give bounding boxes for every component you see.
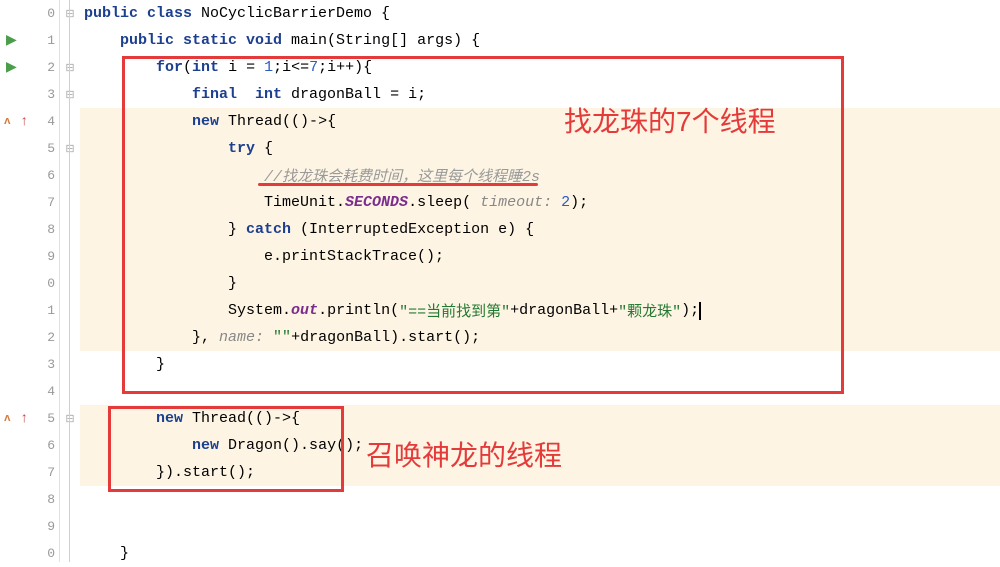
code-line[interactable]: TimeUnit.SECONDS.sleep( timeout: 2); xyxy=(80,189,1000,216)
code-line[interactable]: e.printStackTrace(); xyxy=(80,243,1000,270)
gutter-row: 3 xyxy=(0,351,59,378)
gutter-row: 1 xyxy=(0,297,59,324)
code-line[interactable] xyxy=(80,378,1000,405)
line-gutter: 0 ▶1 ▶2 3 ʌ↑4 5 6 7 8 9 0 1 2 3 4 ʌ↑5 6 … xyxy=(0,0,60,562)
gutter-row: 9 xyxy=(0,243,59,270)
arrow-up-icon: ↑ xyxy=(20,114,28,130)
code-line[interactable]: public class NoCyclicBarrierDemo { xyxy=(80,0,1000,27)
gutter-row: 7 xyxy=(0,459,59,486)
code-line[interactable]: } xyxy=(80,351,1000,378)
warning-icon[interactable]: ʌ xyxy=(4,116,11,128)
code-line[interactable]: for(int i = 1;i<=7;i++){ xyxy=(80,54,1000,81)
code-content[interactable]: public class NoCyclicBarrierDemo { publi… xyxy=(80,0,1000,562)
gutter-row: 7 xyxy=(0,189,59,216)
gutter-row: 2 xyxy=(0,324,59,351)
code-line[interactable] xyxy=(80,513,1000,540)
fold-column: ⊟ ⊟ ⊟ ⊟ ⊟ xyxy=(60,0,80,562)
code-line[interactable]: new Thread(()->{ xyxy=(80,108,1000,135)
gutter-row: ʌ↑5 xyxy=(0,405,59,432)
code-line[interactable]: final int dragonBall = i; xyxy=(80,81,1000,108)
code-line[interactable] xyxy=(80,486,1000,513)
gutter-row: 6 xyxy=(0,162,59,189)
code-editor: 0 ▶1 ▶2 3 ʌ↑4 5 6 7 8 9 0 1 2 3 4 ʌ↑5 6 … xyxy=(0,0,1000,562)
gutter-row: 6 xyxy=(0,432,59,459)
code-line[interactable]: } catch (InterruptedException e) { xyxy=(80,216,1000,243)
code-line[interactable]: public static void main(String[] args) { xyxy=(80,27,1000,54)
fold-toggle[interactable]: ⊟ xyxy=(60,0,80,27)
code-line[interactable]: } xyxy=(80,270,1000,297)
code-line[interactable]: new Thread(()->{ xyxy=(80,405,1000,432)
gutter-row: ʌ↑4 xyxy=(0,108,59,135)
run-icon[interactable]: ▶ xyxy=(6,59,17,76)
text-cursor xyxy=(699,302,701,320)
gutter-row: 5 xyxy=(0,135,59,162)
code-line[interactable]: //找龙珠会耗费时间，这里每个线程睡2s xyxy=(80,162,1000,189)
annotation-label-2: 召唤神龙的线程 xyxy=(366,434,562,474)
code-line[interactable]: }, name: ""+dragonBall).start(); xyxy=(80,324,1000,351)
gutter-row: 0 xyxy=(0,0,59,27)
run-icon[interactable]: ▶ xyxy=(6,32,17,49)
fold-toggle[interactable]: ⊟ xyxy=(60,81,80,108)
fold-toggle[interactable]: ⊟ xyxy=(60,135,80,162)
gutter-row: ▶1 xyxy=(0,27,59,54)
annotation-underline xyxy=(258,183,538,186)
gutter-row: ▶2 xyxy=(0,54,59,81)
warning-icon[interactable]: ʌ xyxy=(4,413,11,425)
code-line[interactable]: } xyxy=(80,540,1000,567)
gutter-row: 8 xyxy=(0,216,59,243)
fold-toggle[interactable]: ⊟ xyxy=(60,405,80,432)
gutter-row: 0 xyxy=(0,540,59,567)
gutter-row: 0 xyxy=(0,270,59,297)
code-line[interactable]: System.out.println("==当前找到第"+dragonBall+… xyxy=(80,297,1000,324)
gutter-row: 4 xyxy=(0,378,59,405)
annotation-label-1: 找龙珠的7个线程 xyxy=(564,100,776,140)
gutter-row: 9 xyxy=(0,513,59,540)
code-line[interactable]: try { xyxy=(80,135,1000,162)
arrow-up-icon: ↑ xyxy=(20,411,28,427)
gutter-row: 3 xyxy=(0,81,59,108)
fold-toggle[interactable]: ⊟ xyxy=(60,54,80,81)
gutter-row: 8 xyxy=(0,486,59,513)
